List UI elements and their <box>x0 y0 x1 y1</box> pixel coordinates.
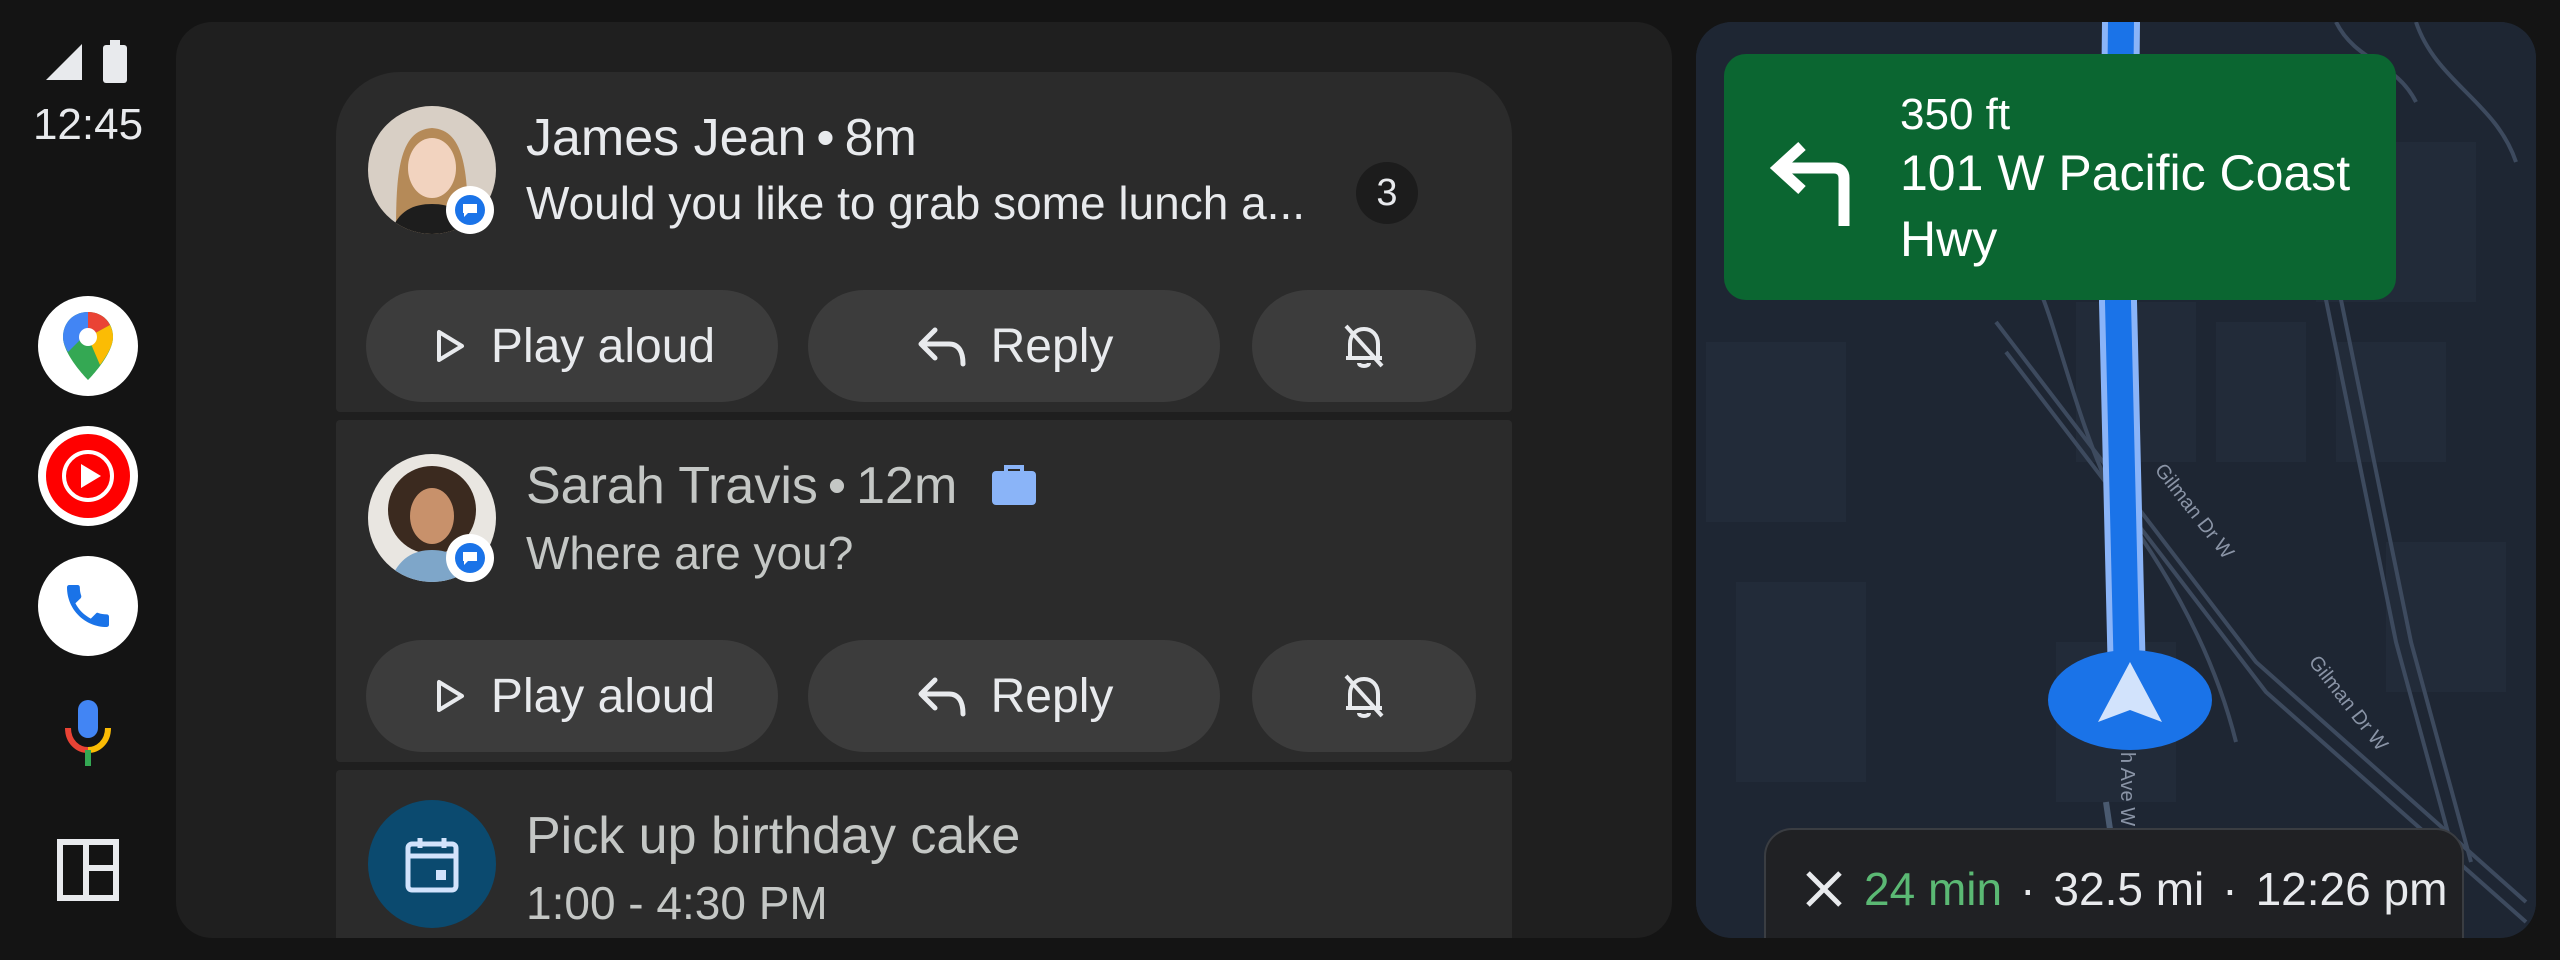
microphone-icon <box>65 700 111 766</box>
status-icons <box>44 40 132 84</box>
close-icon[interactable] <box>1802 867 1846 911</box>
play-aloud-button[interactable]: Play aloud <box>366 290 778 402</box>
app-rail: 12:45 <box>0 0 176 960</box>
event-time: 1:00 - 4:30 PM <box>526 877 828 929</box>
message-notification-card[interactable]: Sarah Travis • 12m Where are you? Play alo… <box>336 420 1512 762</box>
eta-separator: · <box>2020 863 2036 915</box>
calendar-icon <box>405 838 459 893</box>
youtube-music-app-button[interactable] <box>38 426 138 526</box>
message-count-badge: 3 <box>1356 162 1418 224</box>
play-aloud-label: Play aloud <box>490 319 716 373</box>
reply-icon <box>918 677 966 717</box>
notification-title: James Jean • 8m <box>526 108 917 168</box>
action-row: Play aloud Reply <box>336 640 1512 752</box>
messages-app-badge <box>446 534 494 582</box>
messages-app-badge <box>446 186 494 234</box>
eta-arrival-time: 12:26 pm <box>2255 863 2448 915</box>
calendar-notification-card[interactable]: Pick up birthday cake 1:00 - 4:30 PM <box>336 770 1512 938</box>
action-row: Play aloud Reply <box>336 290 1512 402</box>
sender-name: James Jean <box>526 109 807 167</box>
turn-left-icon <box>1769 141 1850 226</box>
maps-app-button[interactable] <box>38 296 138 396</box>
assistant-button[interactable] <box>48 694 128 774</box>
eta-separator: · <box>2222 863 2238 915</box>
message-preview: Where are you? <box>526 527 854 579</box>
turn-instruction-card[interactable]: 350 ft 101 W Pacific Coast Hwy <box>1724 54 2396 300</box>
eta-duration: 24 min <box>1864 863 2003 915</box>
title-separator: • <box>816 109 835 167</box>
play-aloud-label: Play aloud <box>490 669 716 723</box>
phone-app-button[interactable] <box>38 556 138 656</box>
message-bubble-icon <box>455 195 485 225</box>
google-maps-icon <box>63 312 113 380</box>
signal-icon <box>46 44 82 80</box>
event-title: Pick up birthday cake <box>526 807 1021 865</box>
message-age: 8m <box>844 109 917 167</box>
calendar-avatar <box>368 800 496 928</box>
trip-eta-bar[interactable]: 24 min · 32.5 mi · 12:26 pm <box>1764 828 2464 938</box>
navigation-map[interactable]: Gilman Dr W Gilman Dr W h Ave W 350 ft 1… <box>1696 22 2536 938</box>
dashboard-button[interactable] <box>48 830 128 910</box>
phone-icon <box>67 585 109 627</box>
mute-button[interactable] <box>1252 640 1476 752</box>
title-separator: • <box>827 457 847 515</box>
dashboard-icon <box>57 839 119 901</box>
notifications-off-icon <box>1344 324 1384 368</box>
status-clock: 12:45 <box>32 100 144 149</box>
reply-label: Reply <box>990 319 1114 373</box>
notification-panel: James Jean • 8m Would you like to grab som… <box>176 22 1672 938</box>
reply-icon <box>918 327 966 367</box>
reply-button[interactable]: Reply <box>808 290 1220 402</box>
turn-distance: 350 ft <box>1900 90 2011 139</box>
notifications-off-icon <box>1344 674 1384 718</box>
play-aloud-button[interactable]: Play aloud <box>366 640 778 752</box>
message-bubble-icon <box>455 543 485 573</box>
sender-name: Sarah Travis <box>526 457 818 515</box>
message-notification-card[interactable]: James Jean • 8m Would you like to grab som… <box>336 72 1512 412</box>
mute-button[interactable] <box>1252 290 1476 402</box>
play-icon <box>436 680 464 712</box>
play-icon <box>436 330 464 362</box>
battery-icon <box>103 40 127 83</box>
message-age: 12m <box>856 457 958 515</box>
work-profile-icon <box>991 465 1036 505</box>
street-label: h Ave W <box>2116 752 2138 826</box>
turn-street: 101 W Pacific Coast Hwy <box>1900 145 2351 267</box>
youtube-music-icon <box>46 434 130 518</box>
notification-title: Sarah Travis • 12m <box>526 456 1038 516</box>
message-preview: Would you like to grab some lunch a... <box>526 177 1306 229</box>
reply-button[interactable]: Reply <box>808 640 1220 752</box>
reply-label: Reply <box>990 669 1114 723</box>
eta-distance: 32.5 mi <box>2053 863 2205 915</box>
